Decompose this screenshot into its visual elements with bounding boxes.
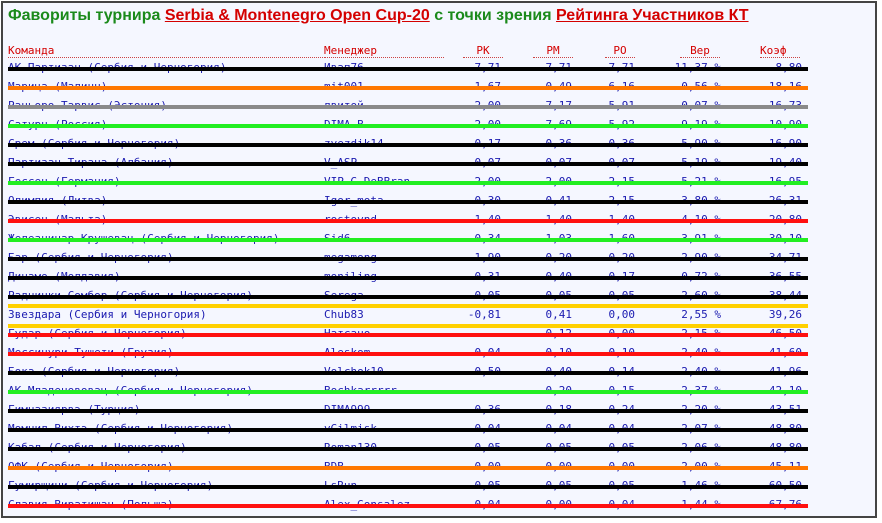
strike-line: [8, 485, 808, 489]
strike-line: [8, 181, 808, 185]
header-ver: Вер: [680, 44, 720, 58]
team-cell: Звездара (Сербия и Черногория): [8, 308, 207, 321]
page-title: Фавориты турнира Serbia & Montenegro Ope…: [8, 7, 749, 24]
strike-line: [8, 219, 808, 223]
strike-line: [8, 238, 808, 242]
strike-line: [8, 409, 808, 413]
strike-line: [8, 390, 808, 394]
koef-cell: 39,26: [768, 308, 802, 321]
po-cell: 0,00: [608, 308, 636, 321]
header-team: Команда: [8, 44, 323, 58]
pm-cell: 0,41: [545, 308, 573, 321]
strike-line: [8, 67, 808, 71]
strike-line: [8, 371, 808, 375]
header-manager: Менеджер: [324, 44, 444, 58]
ver-cell: 2,55 %: [681, 308, 721, 321]
strike-line: [8, 295, 808, 299]
strike-line: [8, 276, 808, 280]
strike-line: [8, 200, 808, 204]
header-koef: Коэф: [760, 44, 800, 58]
header-pm: РМ: [533, 44, 573, 58]
highlight-line-top: [8, 304, 808, 308]
rating-link[interactable]: Рейтинга Участников КТ: [556, 7, 749, 24]
header-po: РО: [605, 44, 635, 58]
manager-cell: Chub83: [324, 308, 364, 321]
strike-line: [8, 105, 808, 109]
strike-line: [8, 257, 808, 261]
strike-line: [8, 162, 808, 166]
strike-line: [8, 466, 808, 470]
pk-cell: -0,81: [467, 308, 501, 321]
strike-line: [8, 333, 808, 337]
strike-line: [8, 86, 808, 90]
tournament-link[interactable]: Serbia & Montenegro Open Cup-20: [165, 7, 430, 24]
header-pk: РК: [463, 44, 503, 58]
strike-line: [8, 124, 808, 128]
strike-line: [8, 352, 808, 356]
strike-line: [8, 447, 808, 451]
strike-line: [8, 504, 808, 508]
strike-line: [8, 428, 808, 432]
strike-line: [8, 143, 808, 147]
